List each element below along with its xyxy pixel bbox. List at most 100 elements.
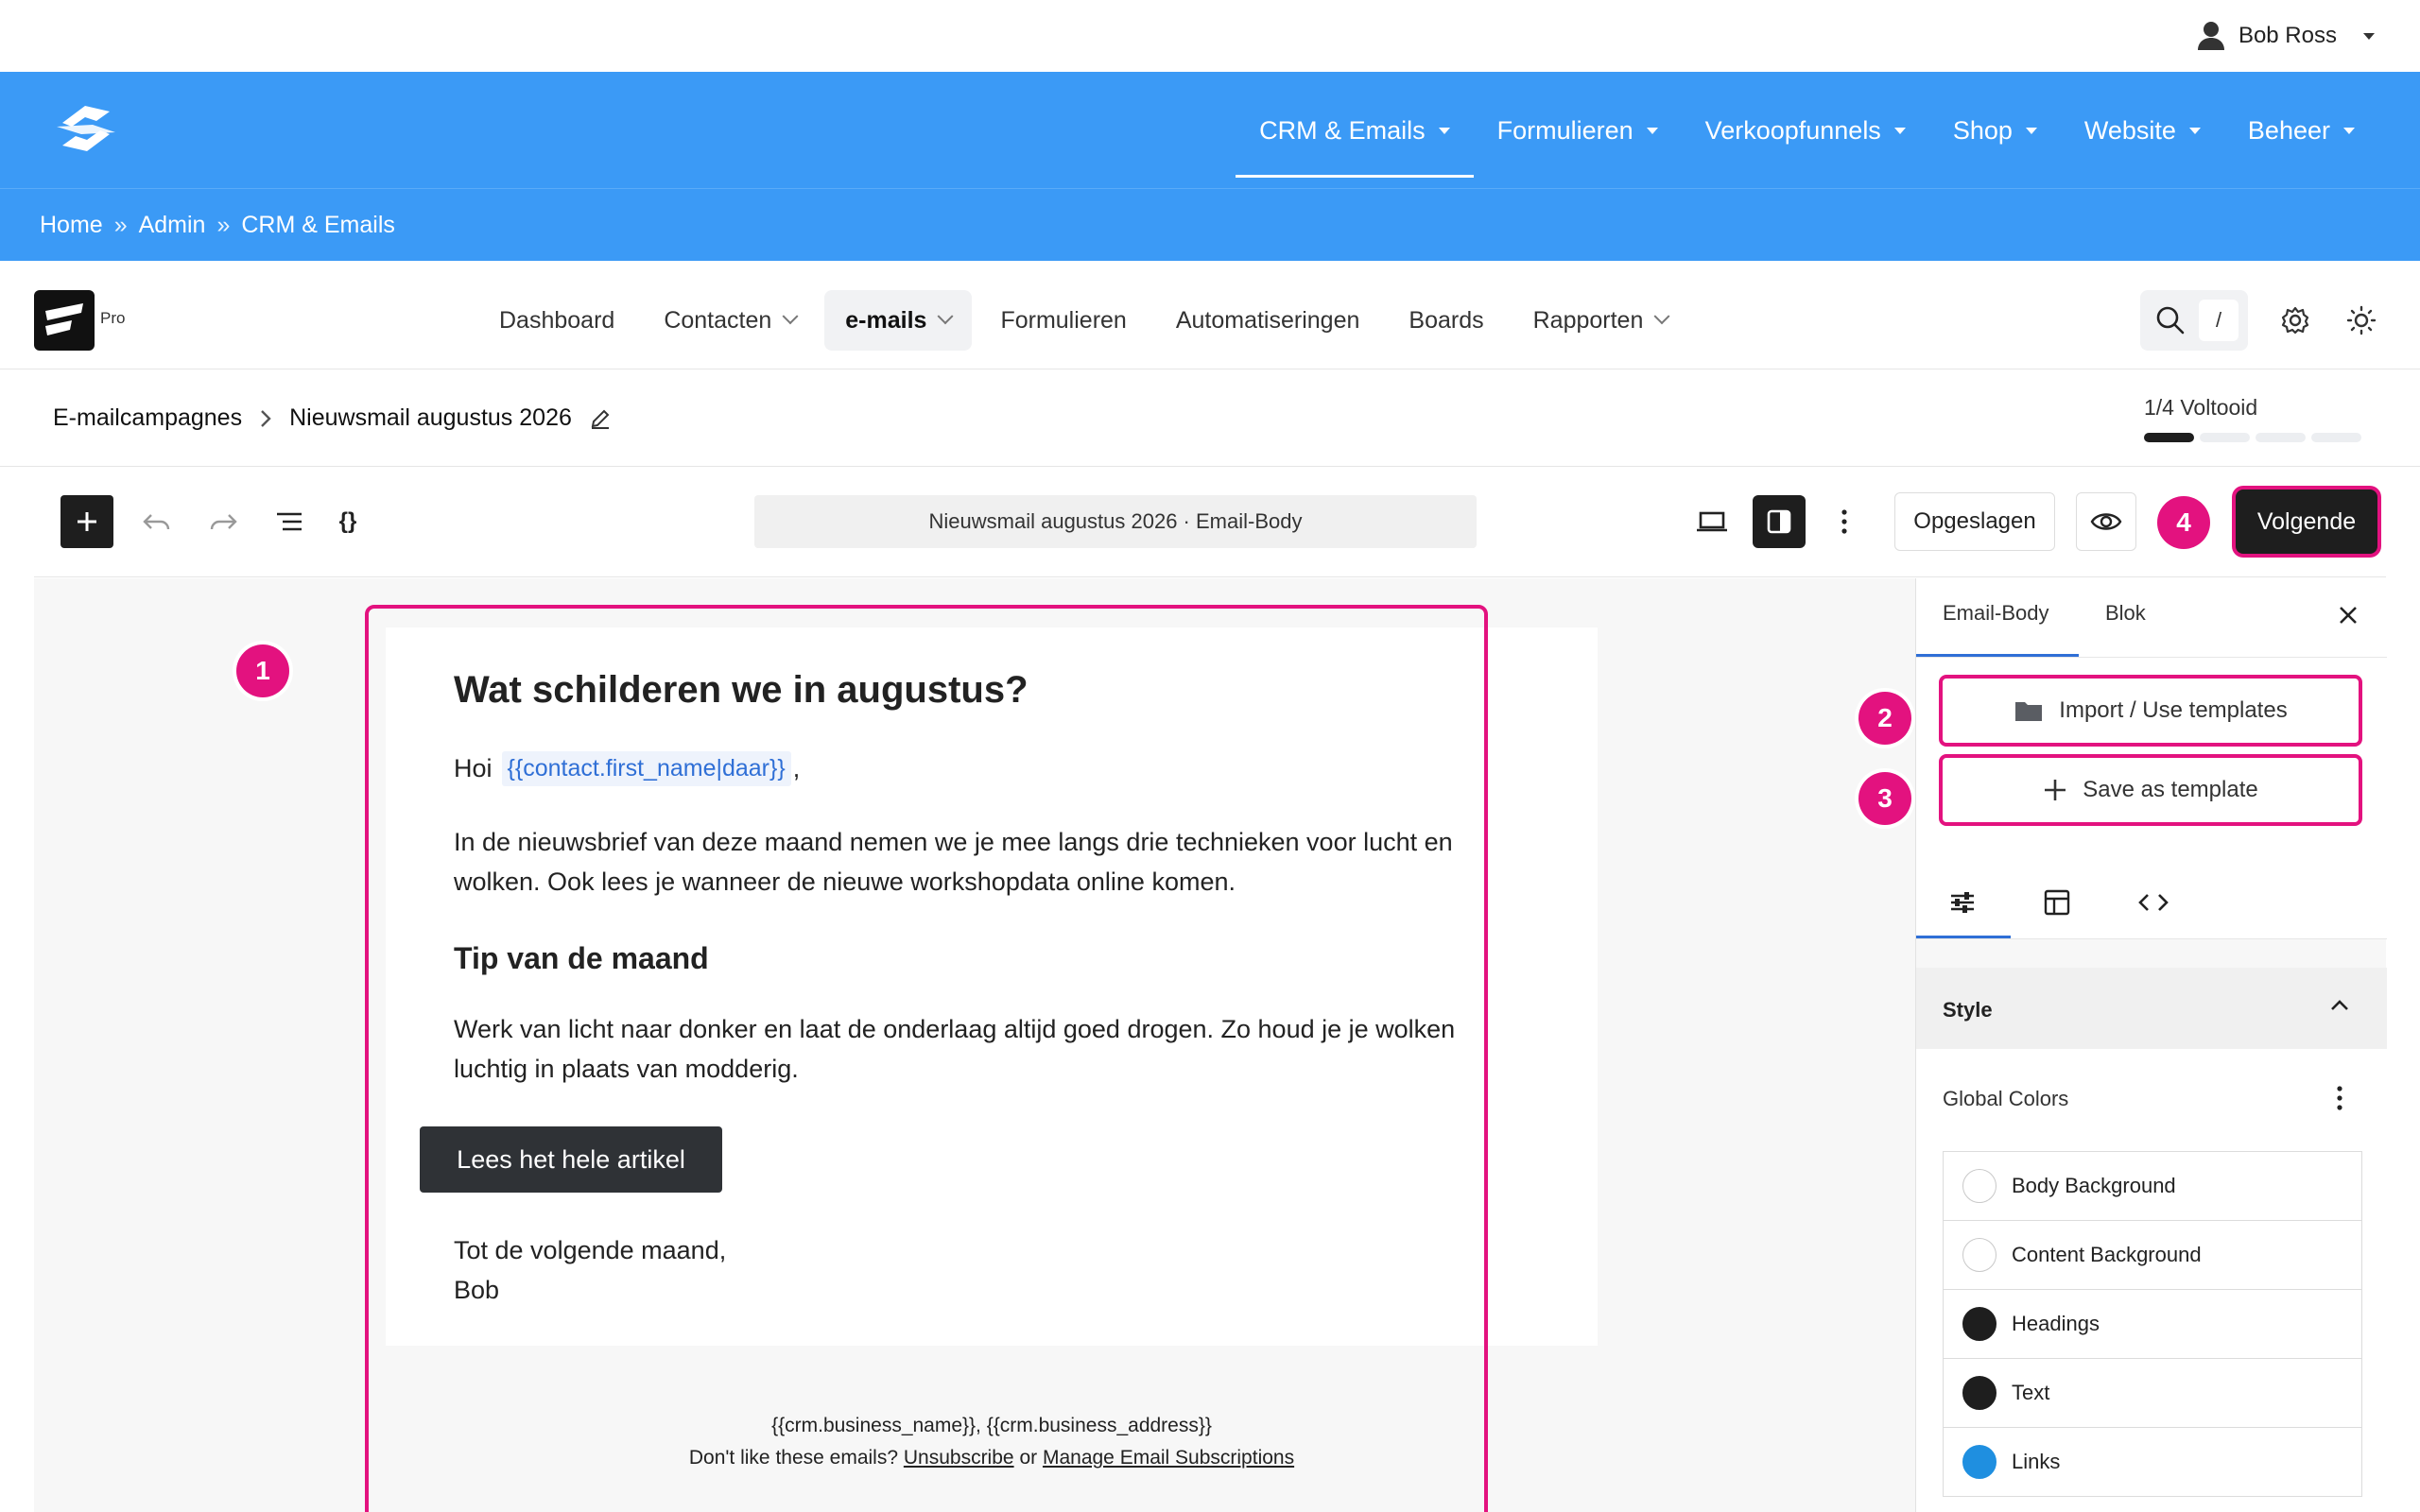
color-swatch[interactable] — [1962, 1307, 1996, 1341]
color-row[interactable]: Links — [1944, 1428, 2361, 1497]
next-button[interactable]: Volgende — [2236, 490, 2377, 554]
caret-down-icon — [1438, 127, 1450, 134]
nav-formulieren[interactable]: Formulieren — [1474, 72, 1682, 189]
chevron-down-icon — [1653, 308, 1670, 325]
editor-toolbar: {} Nieuwsmail augustus 2026 · Email-Body… — [34, 468, 2386, 577]
tab-rapporten[interactable]: Rapporten — [1512, 290, 1689, 351]
nav-label: Shop — [1952, 115, 2013, 145]
nav-label: Formulieren — [1496, 115, 1634, 145]
color-name: Body Background — [2012, 1174, 2176, 1197]
color-row[interactable]: Body Background — [1944, 1152, 2361, 1221]
style-section-body: Global Colors Body Background Content Bac… — [1916, 1049, 2387, 1512]
plus-icon — [75, 509, 99, 534]
list-view-button[interactable] — [268, 500, 310, 543]
color-name: Content Background — [2012, 1243, 2202, 1266]
more-options-button[interactable] — [1830, 500, 1858, 543]
tab-formulieren[interactable]: Formulieren — [979, 290, 1147, 351]
search-icon — [2155, 305, 2186, 335]
nav-label: Website — [2083, 115, 2176, 145]
tab-label: Formulieren — [1000, 306, 1127, 334]
color-name: Headings — [2012, 1312, 2100, 1335]
campaign-breadcrumb: E-mailcampagnes Nieuwsmail augustus 2026 — [53, 404, 612, 432]
document-title[interactable]: Nieuwsmail augustus 2026 · Email-Body — [754, 495, 1477, 548]
app-nav: Dashboard Contacten e-mails Formulieren … — [478, 290, 1688, 351]
app-header: Pro Dashboard Contacten e-mails Formulie… — [0, 271, 2420, 369]
tab-boards[interactable]: Boards — [1388, 290, 1504, 351]
tab-label: Boards — [1409, 306, 1484, 334]
style-section-header[interactable]: Style — [1916, 968, 2387, 1049]
caret-down-icon — [2363, 32, 2375, 40]
campaigns-link[interactable]: E-mailcampagnes — [53, 404, 242, 432]
smart-codes-button[interactable]: {} — [327, 500, 369, 543]
color-row[interactable]: Headings — [1944, 1290, 2361, 1359]
tab-label: Rapporten — [1532, 306, 1644, 334]
color-swatch[interactable] — [1962, 1238, 1996, 1272]
redo-icon — [208, 511, 238, 532]
add-block-button[interactable] — [60, 495, 113, 548]
panel-tabs: Email-Body Blok — [1916, 578, 2387, 658]
brand-logo[interactable] — [43, 98, 129, 159]
color-row[interactable]: Text — [1944, 1359, 2361, 1428]
close-icon[interactable] — [2338, 605, 2359, 626]
undo-icon — [142, 511, 172, 532]
curly-braces-icon: {} — [338, 508, 357, 534]
nav-shop[interactable]: Shop — [1929, 72, 2061, 189]
color-swatch[interactable] — [1962, 1169, 1996, 1203]
gear-icon[interactable] — [2280, 305, 2310, 335]
nav-label: Verkoopfunnels — [1704, 115, 1881, 145]
tab-automatiseringen[interactable]: Automatiseringen — [1155, 290, 1381, 351]
app-logo[interactable] — [34, 290, 95, 351]
global-colors-label: Global Colors — [1943, 1087, 2069, 1110]
sun-icon[interactable] — [2346, 305, 2377, 335]
color-swatch[interactable] — [1962, 1445, 1996, 1479]
save-as-template-button[interactable]: Save as template — [1939, 754, 2362, 826]
user-name: Bob Ross — [2238, 23, 2337, 48]
tab-email-body[interactable]: Email-Body — [1943, 601, 2048, 626]
redo-button[interactable] — [202, 500, 244, 543]
breadcrumb-crm-emails[interactable]: CRM & Emails — [241, 212, 395, 239]
nav-beheer[interactable]: Beheer — [2224, 72, 2378, 189]
undo-button[interactable] — [136, 500, 178, 543]
breadcrumb-admin[interactable]: Admin — [139, 212, 206, 239]
progress-step — [2256, 433, 2306, 442]
tab-dashboard[interactable]: Dashboard — [478, 290, 635, 351]
sliders-icon[interactable] — [1948, 888, 1977, 917]
active-tab-indicator — [1916, 936, 2011, 938]
chevron-down-icon — [782, 308, 799, 325]
caret-down-icon — [2188, 127, 2201, 134]
saved-button[interactable]: Opgeslagen — [1894, 492, 2055, 551]
tab-blok[interactable]: Blok — [2105, 601, 2146, 626]
eye-icon — [2090, 510, 2122, 533]
progress-step — [2144, 433, 2194, 442]
tab-emails[interactable]: e-mails — [824, 290, 973, 351]
nav-website[interactable]: Website — [2061, 72, 2224, 189]
code-icon[interactable] — [2137, 888, 2169, 917]
import-templates-button[interactable]: Import / Use templates — [1939, 675, 2362, 747]
layout-icon[interactable] — [2043, 888, 2071, 917]
preview-button[interactable] — [2076, 492, 2136, 551]
color-row[interactable]: Content Background — [1944, 1221, 2361, 1290]
tab-label: Dashboard — [499, 306, 615, 334]
color-name: Links — [2012, 1450, 2061, 1473]
chevron-up-icon — [2328, 998, 2351, 1013]
nav-verkoopfunnels[interactable]: Verkoopfunnels — [1682, 72, 1929, 189]
desktop-preview-button[interactable] — [1690, 500, 1734, 543]
editor-canvas[interactable]: Wat schilderen we in augustus? Hoi {{con… — [34, 578, 1915, 1512]
user-menu[interactable]: Bob Ross — [2197, 19, 2375, 53]
toggle-sidebar-button[interactable] — [1753, 495, 1806, 548]
nav-crm-emails[interactable]: CRM & Emails — [1236, 72, 1474, 189]
laptop-icon — [1696, 510, 1728, 533]
chevron-right-icon — [259, 408, 272, 429]
panel-icon-tabs — [1916, 868, 2387, 939]
breadcrumb-home[interactable]: Home — [40, 212, 103, 239]
caret-down-icon — [2343, 127, 2355, 134]
email-body-highlight — [365, 605, 1488, 1512]
color-swatch[interactable] — [1962, 1376, 1996, 1410]
save-template-label: Save as template — [2083, 777, 2258, 802]
edit-pencil-icon[interactable] — [589, 407, 612, 430]
nav-label: CRM & Emails — [1259, 115, 1426, 145]
tab-contacten[interactable]: Contacten — [643, 290, 817, 351]
chevron-down-icon — [937, 308, 954, 325]
sidebar-icon — [1766, 508, 1792, 535]
dots-vertical-icon[interactable] — [2336, 1085, 2343, 1111]
